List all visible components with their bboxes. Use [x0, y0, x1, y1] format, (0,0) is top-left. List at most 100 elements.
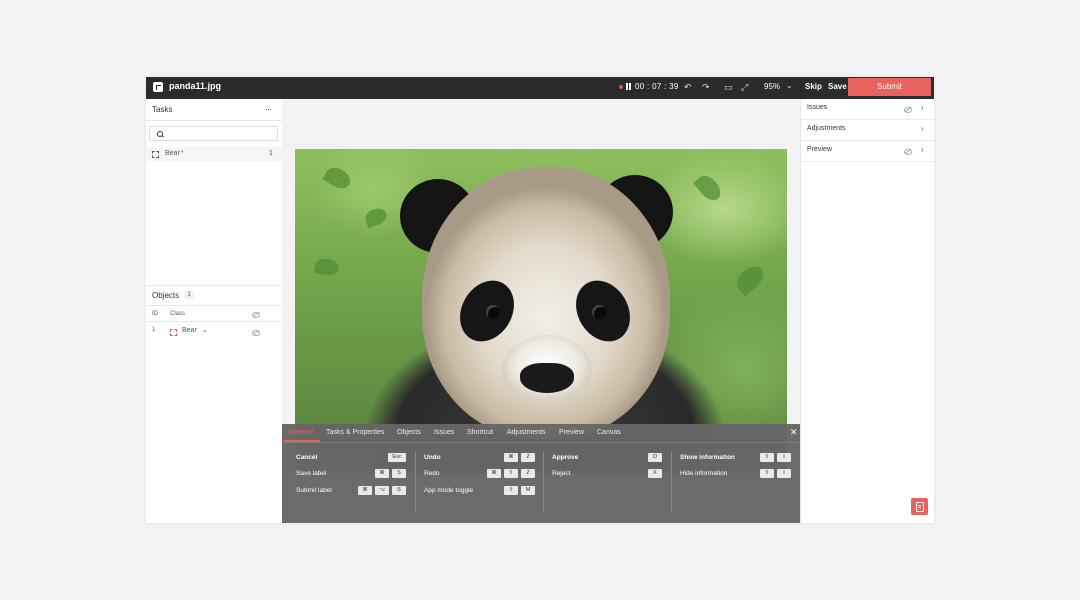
objects-count-badge: 1 [184, 290, 194, 300]
shortcut-label: App mode toggle [424, 487, 474, 494]
key-cap: X [648, 469, 662, 478]
panel-issues[interactable]: Issues › [801, 99, 934, 120]
file-name: panda11.jpg [169, 81, 222, 91]
tab-objects[interactable]: Objects [397, 429, 421, 436]
task-search[interactable] [149, 126, 278, 141]
key-cap: Esc [388, 453, 406, 462]
tab-adjustments[interactable]: Adjustments [507, 429, 546, 436]
key-cap: ⇧ [504, 469, 518, 478]
task-label: Bear [165, 150, 180, 157]
column-divider [543, 452, 544, 512]
key-cap: I [777, 453, 791, 462]
object-id: 1 [152, 327, 156, 333]
chevron-down-icon[interactable]: ⌄ [202, 326, 208, 334]
key-cap: ⌘ [375, 469, 389, 478]
chevron-right-icon[interactable]: › [921, 103, 924, 112]
key-cap: Z [521, 469, 535, 478]
eye-icon[interactable] [904, 107, 912, 113]
active-tab-indicator [284, 440, 320, 442]
key-cap: M [521, 486, 535, 495]
divider [146, 321, 282, 322]
search-input[interactable] [166, 128, 274, 139]
divider [146, 120, 282, 121]
image-canvas[interactable]: General Tasks & Properties Objects Issue… [282, 99, 800, 523]
timer: 00 : 07 : 39 [635, 82, 679, 91]
key-cap: ⌘ [358, 486, 372, 495]
hide-all-eye-icon[interactable] [252, 312, 260, 318]
submit-button[interactable]: Submit [848, 78, 931, 96]
required-mark: * [181, 150, 184, 157]
key-cap: S [392, 469, 406, 478]
divider [146, 285, 282, 286]
key-cap: ⌥ [375, 486, 389, 495]
panda-eye-left [486, 305, 500, 319]
panel-preview[interactable]: Preview › [801, 141, 934, 162]
search-icon [157, 131, 163, 137]
key-cap: O [648, 453, 662, 462]
tab-issues[interactable]: Issues [434, 429, 454, 436]
key-cap: ⇧ [760, 453, 774, 462]
save-button[interactable]: Save [828, 82, 847, 91]
column-divider [415, 452, 416, 512]
skip-button[interactable]: Skip [805, 82, 822, 91]
shortcuts-panel: General Tasks & Properties Objects Issue… [282, 424, 800, 523]
chevron-right-icon[interactable]: › [921, 145, 924, 154]
shortcut-tabs: General Tasks & Properties Objects Issue… [282, 424, 800, 443]
shortcut-label: Approve [552, 454, 579, 461]
tab-preview[interactable]: Preview [559, 429, 584, 436]
key-cap: ⌘ [504, 453, 518, 462]
object-class: Bear [182, 327, 197, 334]
key-cap: S [392, 486, 406, 495]
shortcut-label: Redo [424, 470, 440, 477]
panda-eye-right [592, 305, 606, 319]
keyboard-icon[interactable]: ▭ [724, 81, 733, 93]
shortcut-label: Hide information [680, 470, 728, 477]
leaf-shape [322, 163, 354, 193]
key-cap: I [777, 469, 791, 478]
panel-adjustments[interactable]: Adjustments › [801, 120, 934, 141]
objects-title: Objects [152, 291, 180, 300]
key-cap: Z [521, 453, 535, 462]
leaf-shape [693, 171, 725, 205]
column-divider [671, 452, 672, 512]
shortcut-label: Submit label [296, 487, 332, 494]
document-icon[interactable] [911, 498, 928, 515]
leaf-shape [362, 205, 390, 229]
panda-head [422, 167, 670, 439]
right-sidebar: Issues › Adjustments › Preview › [800, 99, 934, 523]
recording-indicator-icon [619, 85, 623, 89]
panel-label: Issues [807, 104, 828, 111]
bounding-box-icon [152, 151, 159, 158]
left-sidebar: Tasks ··· Bear * 1 Objects 1 ID Class 1 … [146, 99, 283, 523]
key-cap: ⌘ [487, 469, 501, 478]
chevron-down-icon[interactable]: ⌄ [786, 81, 793, 90]
key-cap: ⇧ [504, 486, 518, 495]
tab-general[interactable]: General [288, 429, 313, 436]
object-row[interactable]: 1 Bear ⌄ [146, 325, 282, 339]
close-icon[interactable]: ✕ [790, 427, 798, 438]
zoom-level[interactable]: 95% [764, 82, 780, 91]
eye-icon[interactable] [252, 330, 260, 336]
chevron-right-icon[interactable]: › [921, 124, 924, 133]
top-toolbar: panda11.jpg 00 : 07 : 39 ↶ ↷ ▭ ⤢ 95% ⌄ S… [146, 77, 934, 99]
bounding-box-icon [170, 329, 177, 336]
eye-icon[interactable] [904, 149, 912, 155]
tab-shortcut[interactable]: Shortcut [467, 429, 493, 436]
task-count: 1 [269, 150, 273, 157]
panel-label: Adjustments [807, 125, 846, 132]
panel-label: Preview [807, 146, 832, 153]
fullscreen-icon[interactable]: ⤢ [741, 81, 748, 93]
undo-icon[interactable]: ↶ [684, 81, 692, 93]
tab-tasks-properties[interactable]: Tasks & Properties [326, 429, 384, 436]
task-item-bear[interactable]: Bear * 1 [146, 147, 282, 161]
tab-canvas[interactable]: Canvas [597, 429, 621, 436]
shortcut-label: Reject [552, 470, 571, 477]
pause-timer-button[interactable] [626, 83, 631, 90]
ellipsis-icon[interactable]: ··· [265, 104, 272, 114]
file-icon [153, 82, 163, 92]
redo-icon[interactable]: ↷ [702, 81, 710, 93]
shortcut-label: Cancel [296, 454, 318, 461]
divider [146, 305, 282, 306]
panda-nose [520, 363, 574, 393]
shortcut-label: Undo [424, 454, 441, 461]
